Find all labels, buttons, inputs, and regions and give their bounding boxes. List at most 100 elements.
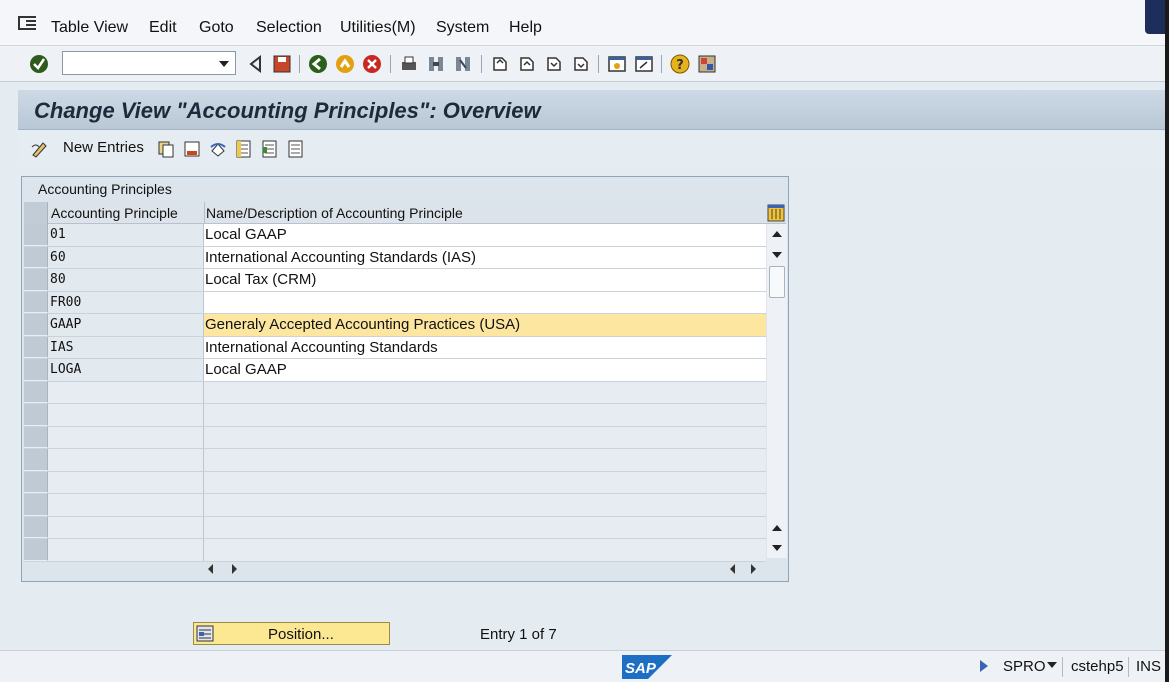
table-row[interactable]: IAS International Accounting Standards	[24, 336, 766, 359]
select-all-rows-button[interactable]	[24, 202, 48, 224]
new-entries-button[interactable]: New Entries	[63, 139, 144, 156]
menu-help[interactable]: Help	[509, 19, 542, 37]
row-selector[interactable]	[24, 336, 48, 358]
cell-description-editing[interactable]: Generaly Accepted Accounting Practices (…	[204, 314, 766, 336]
menu-goto[interactable]: Goto	[199, 19, 234, 37]
select-all-icon[interactable]	[234, 139, 254, 159]
row-selector[interactable]	[24, 314, 48, 336]
cell-description[interactable]: International Accounting Standards (IAS)	[204, 246, 766, 268]
delete-icon[interactable]	[182, 139, 202, 159]
cell-description[interactable]	[204, 516, 766, 538]
customize-layout-icon[interactable]	[697, 54, 717, 74]
insert-mode[interactable]: INS	[1136, 658, 1161, 675]
cell-code[interactable]	[48, 516, 204, 538]
cell-code[interactable]	[48, 404, 204, 426]
row-selector[interactable]	[24, 426, 48, 448]
cell-description[interactable]	[204, 449, 766, 471]
row-selector[interactable]	[24, 359, 48, 381]
cell-description[interactable]: Local Tax (CRM)	[204, 269, 766, 291]
cell-description[interactable]	[204, 404, 766, 426]
menu-system[interactable]: System	[436, 19, 489, 37]
cell-code[interactable]: 60	[48, 246, 204, 268]
back-icon[interactable]	[308, 54, 328, 74]
table-row-empty[interactable]	[24, 404, 766, 427]
menu-table-view[interactable]: Table View	[51, 19, 128, 37]
cell-description[interactable]	[204, 494, 766, 516]
cell-code[interactable]: FR00	[48, 291, 204, 313]
cell-code[interactable]	[48, 426, 204, 448]
last-page-icon[interactable]	[571, 54, 591, 74]
table-row[interactable]: 01 Local GAAP	[24, 224, 766, 247]
row-selector[interactable]	[24, 291, 48, 313]
row-selector[interactable]	[24, 246, 48, 268]
back-arrow-small-icon[interactable]	[246, 54, 266, 74]
cell-description[interactable]: International Accounting Standards	[204, 336, 766, 358]
cell-code[interactable]	[48, 494, 204, 516]
copy-as-icon[interactable]	[156, 139, 176, 159]
cell-description[interactable]: Local GAAP	[204, 359, 766, 381]
cell-description[interactable]	[204, 291, 766, 313]
cell-description[interactable]	[204, 426, 766, 448]
undo-change-icon[interactable]	[208, 139, 228, 159]
table-row-empty[interactable]	[24, 516, 766, 539]
row-selector[interactable]	[24, 269, 48, 291]
deselect-all-icon[interactable]	[286, 139, 306, 159]
create-session-icon[interactable]	[607, 54, 627, 74]
transaction-code[interactable]: SPRO	[1003, 658, 1046, 675]
table-row-empty[interactable]	[24, 426, 766, 449]
table-row[interactable]: FR00	[24, 291, 766, 314]
cell-description[interactable]	[204, 539, 766, 561]
cell-description[interactable]	[204, 471, 766, 493]
table-row-empty[interactable]	[24, 381, 766, 404]
table-row[interactable]: 80 Local Tax (CRM)	[24, 269, 766, 292]
scroll-page-up-icon[interactable]	[772, 525, 782, 531]
cell-description[interactable]: Local GAAP	[204, 224, 766, 246]
cancel-icon[interactable]	[362, 54, 382, 74]
scroll-left-icon[interactable]	[208, 564, 213, 574]
edit-pencil-icon[interactable]	[30, 139, 50, 159]
cell-code[interactable]: 01	[48, 224, 204, 246]
table-row-empty[interactable]	[24, 494, 766, 517]
enter-check-icon[interactable]	[29, 54, 49, 74]
row-selector[interactable]	[24, 539, 48, 561]
cell-code[interactable]	[48, 539, 204, 561]
table-row[interactable]: 60 International Accounting Standards (I…	[24, 246, 766, 269]
shortcut-icon[interactable]	[634, 54, 654, 74]
row-selector[interactable]	[24, 224, 48, 246]
table-settings-icon[interactable]	[767, 204, 785, 222]
menu-utilities[interactable]: Utilities(M)	[340, 19, 416, 37]
scroll-right-icon[interactable]	[232, 564, 237, 574]
row-selector[interactable]	[24, 381, 48, 403]
cell-code[interactable]: 80	[48, 269, 204, 291]
window-close-button[interactable]	[1145, 0, 1165, 34]
print-icon[interactable]	[399, 54, 419, 74]
row-selector[interactable]	[24, 404, 48, 426]
cell-code[interactable]	[48, 449, 204, 471]
scroll-down-icon[interactable]	[772, 252, 782, 258]
table-row-empty[interactable]	[24, 471, 766, 494]
save-icon[interactable]	[272, 54, 292, 74]
scroll-page-down-icon[interactable]	[772, 545, 782, 551]
row-selector[interactable]	[24, 449, 48, 471]
system-menu-icon[interactable]	[18, 16, 36, 30]
first-page-icon[interactable]	[490, 54, 510, 74]
cell-description[interactable]	[204, 381, 766, 403]
command-field[interactable]	[62, 51, 236, 75]
scroll-thumb[interactable]	[769, 266, 785, 298]
row-selector[interactable]	[24, 494, 48, 516]
table-row-empty[interactable]	[24, 539, 766, 562]
position-button[interactable]: Position...	[193, 622, 390, 645]
scroll-up-icon[interactable]	[772, 231, 782, 237]
column-header-description[interactable]: Name/Description of Accounting Principle	[206, 205, 463, 221]
chevron-down-icon[interactable]	[1047, 662, 1057, 668]
vertical-scrollbar[interactable]	[767, 224, 787, 558]
table-row-selected[interactable]: GAAP Generaly Accepted Accounting Practi…	[24, 314, 766, 337]
table-row[interactable]: LOGA Local GAAP	[24, 359, 766, 382]
row-selector[interactable]	[24, 516, 48, 538]
cell-code[interactable]: LOGA	[48, 359, 204, 381]
find-icon[interactable]	[426, 54, 446, 74]
cell-code[interactable]: IAS	[48, 336, 204, 358]
table-row-empty[interactable]	[24, 449, 766, 472]
chevron-down-icon[interactable]	[219, 61, 229, 67]
cell-code[interactable]	[48, 381, 204, 403]
